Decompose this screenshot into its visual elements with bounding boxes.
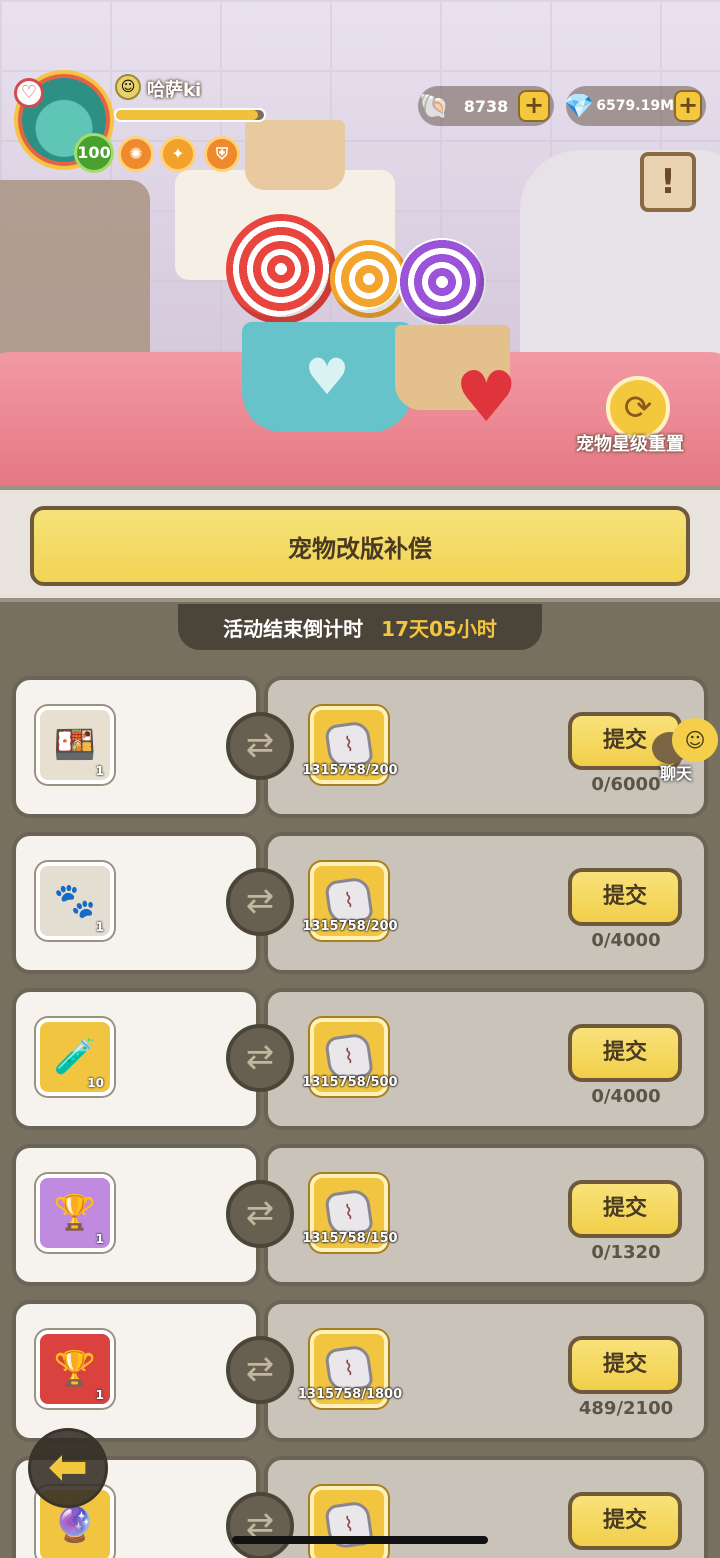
- submit-progress: 0/1320: [591, 1242, 661, 1263]
- submit-button[interactable]: 提交: [568, 1180, 682, 1238]
- level-badge: 100: [74, 133, 114, 173]
- paw-stone-icon[interactable]: 🐾 1: [36, 862, 114, 940]
- swap-icon: ⇄: [226, 1492, 294, 1558]
- wooden-shelf: [0, 180, 150, 360]
- event-title-banner: 宠物改版补偿: [30, 506, 690, 586]
- reward-count: 1315758/500: [302, 1075, 398, 1090]
- submit-progress: 489/2100: [578, 1398, 674, 1419]
- countdown-time: 17天05小时: [381, 616, 497, 641]
- red-heart-icon: ♥: [455, 356, 518, 438]
- item-count: 1: [95, 920, 104, 934]
- shell-currency: 🐚 8738 +: [418, 86, 554, 126]
- reward-slot[interactable]: ⌇: [310, 1486, 388, 1558]
- reward-count: 1315758/1800: [297, 1387, 403, 1402]
- submit-button[interactable]: 提交: [568, 868, 682, 926]
- item-count: 1: [95, 764, 104, 778]
- exchange-row: 🏆 1 ⇄ ⌇ 1315758/150 提交 0/1320: [0, 1140, 720, 1288]
- submit-button[interactable]: 提交: [568, 1336, 682, 1394]
- exchange-row: 🍱 1 ⇄ ⌇ 1315758/200 提交 0/6000: [0, 672, 720, 820]
- emoji-icon: ☺: [115, 74, 141, 100]
- shield-icon[interactable]: ⛨: [204, 136, 240, 172]
- exchange-row: 🏆 1 ⇄ ⌇ 1315758/1800 提交 489/2100: [0, 1296, 720, 1444]
- item-count: 1: [95, 1232, 104, 1246]
- exchange-row: 🐾 1 ⇄ ⌇ 1315758/200 提交 0/4000: [0, 828, 720, 976]
- golden-statue-icon[interactable]: 🏆 1: [36, 1330, 114, 1408]
- potion-icon[interactable]: 🧪 10: [36, 1018, 114, 1096]
- heart-icon: ♥: [304, 348, 350, 406]
- diamond-amount: 6579.19M: [596, 98, 674, 114]
- exp-bar: [114, 108, 266, 122]
- item-count: 10: [87, 1076, 104, 1090]
- food-plate-icon[interactable]: 🍱 1: [36, 706, 114, 784]
- diamond-currency: 💎 6579.19M +: [564, 86, 706, 126]
- reward-count: 1315758/200: [302, 919, 398, 934]
- submit-button[interactable]: 提交: [568, 1024, 682, 1082]
- player-name: 哈萨ki: [147, 80, 202, 101]
- reward-count: 1315758/200: [302, 763, 398, 778]
- diamond-icon: 💎: [564, 92, 595, 120]
- pet-scene: ♥ ♥ ♡ 100 ☺ 哈萨ki ✺ ✦ ⛨ 🐚 8738 + 💎 6579.1…: [0, 0, 720, 490]
- event-countdown: 活动结束倒计时 17天05小时: [178, 604, 542, 650]
- item-count: 1: [95, 1388, 104, 1402]
- submit-button[interactable]: 提交: [568, 1492, 682, 1550]
- golden-statue-icon[interactable]: 🏆 1: [36, 1174, 114, 1252]
- add-shells-button[interactable]: +: [518, 90, 550, 122]
- back-arrow-icon[interactable]: ⬅: [28, 1428, 108, 1508]
- star-icon[interactable]: ✦: [160, 136, 196, 172]
- notice-board-icon[interactable]: !: [640, 152, 696, 212]
- smile-face-icon: ☺: [672, 718, 718, 762]
- heart-badge-icon: ♡: [14, 78, 44, 108]
- home-indicator[interactable]: [232, 1536, 488, 1544]
- exp-fill: [116, 110, 259, 120]
- chat-label[interactable]: 聊天: [660, 760, 692, 784]
- orange-lollipop-icon: [330, 240, 408, 318]
- shell-icon: 🐚: [419, 92, 449, 120]
- banner-panel: 宠物改版补偿: [0, 486, 720, 602]
- purple-lollipop-icon: [398, 238, 486, 326]
- submit-progress: 0/4000: [591, 1086, 661, 1107]
- exchange-row: 🧪 10 ⇄ ⌇ 1315758/500 提交 0/4000: [0, 984, 720, 1132]
- heart-bucket: ♥: [242, 322, 412, 432]
- shell-amount: 8738: [463, 96, 509, 116]
- reward-count: 1315758/150: [302, 1231, 398, 1246]
- fire-icon[interactable]: ✺: [118, 136, 154, 172]
- candy-basket: [245, 120, 345, 190]
- submit-progress: 0/4000: [591, 930, 661, 951]
- countdown-label: 活动结束倒计时: [223, 616, 364, 641]
- add-diamonds-button[interactable]: +: [674, 90, 702, 122]
- red-lollipop-icon: [226, 214, 336, 324]
- star-reset-label[interactable]: 宠物星级重置: [576, 430, 684, 456]
